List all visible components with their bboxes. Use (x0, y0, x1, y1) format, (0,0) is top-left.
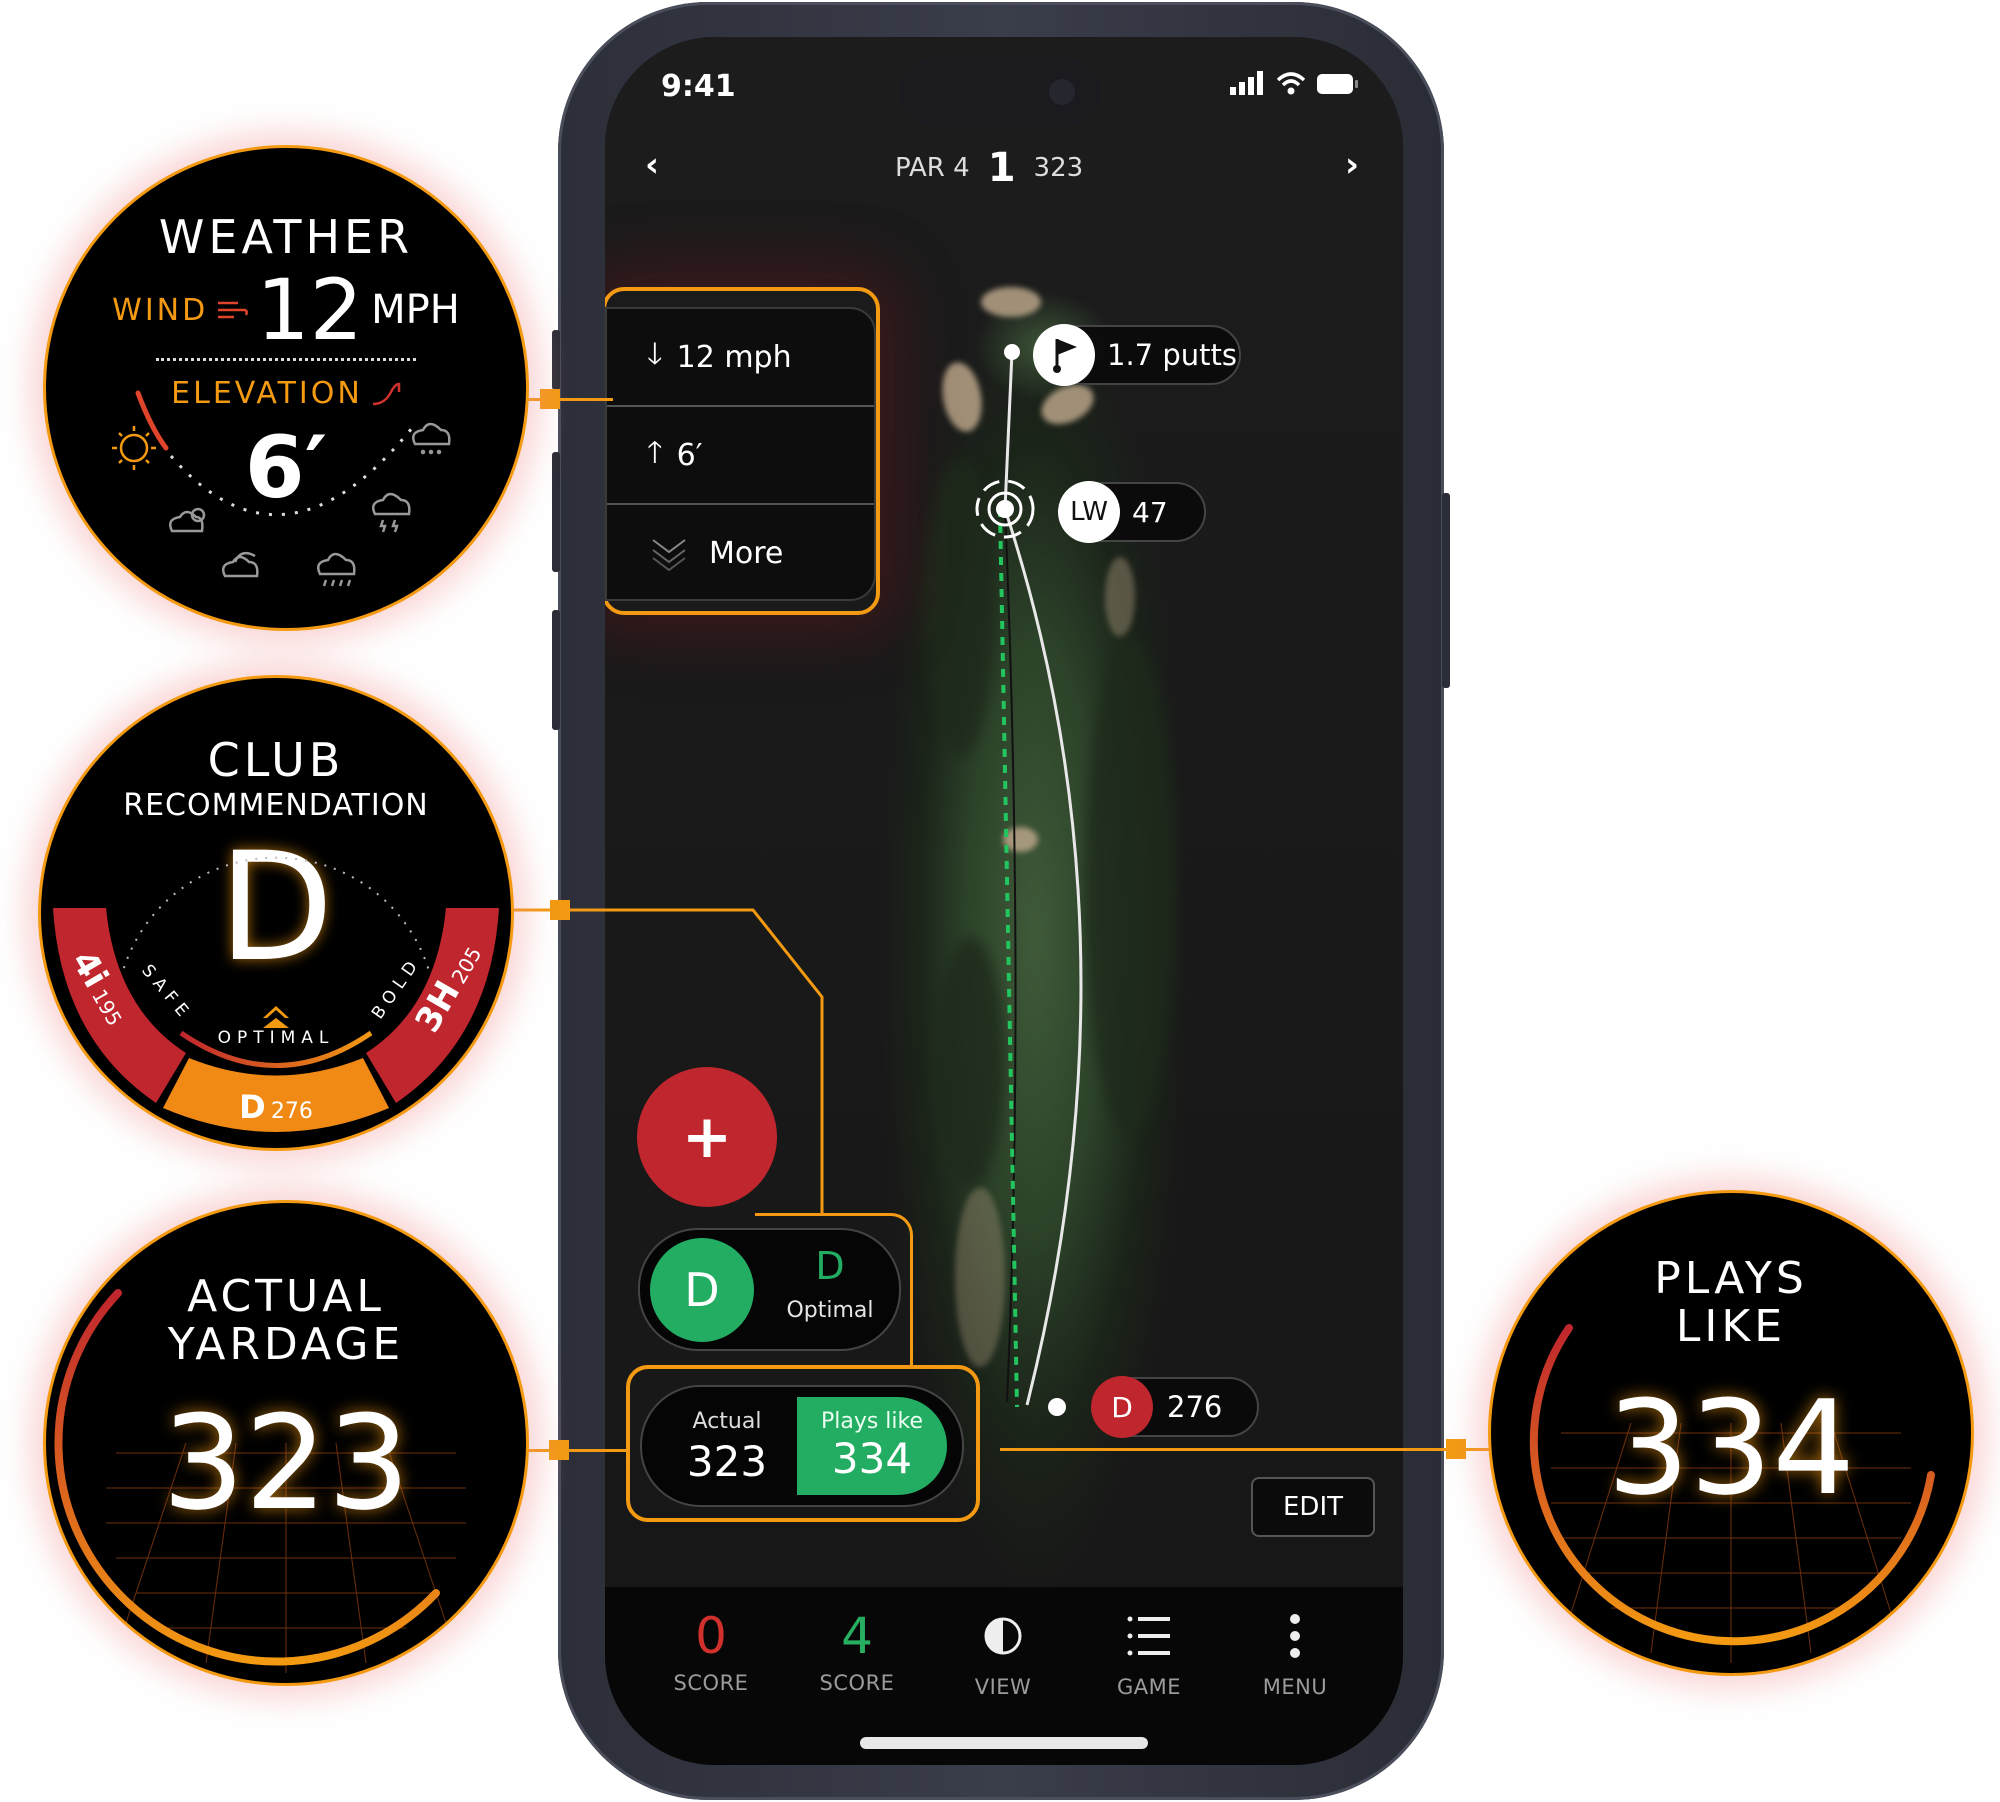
actual-connector (515, 1449, 630, 1452)
plays-like-yardage-value: 334 (1606, 1372, 1856, 1524)
plays-like-title-2: LIKE (1675, 1301, 1787, 1352)
club-connector-node (550, 900, 570, 920)
plays-like-connector-node (1446, 1439, 1466, 1459)
plays-like-callout: PLAYS LIKE 334 (1488, 1190, 1974, 1676)
actual-yardage-value: 323 (161, 1387, 411, 1539)
plays-like-connector (1000, 1448, 1492, 1451)
optimal-chevron-icon (263, 1006, 289, 1028)
optimal-distance: 276 (270, 1099, 313, 1124)
club-callout: CLUB RECOMMENDATION D SAFE BOLD OPTIMAL … (38, 675, 514, 1151)
club-dial (53, 856, 499, 1132)
plays-like-title-1: PLAYS (1654, 1253, 1808, 1304)
weather-callout: WEATHER WIND 12 MPH ELEVATION 6′ (43, 145, 529, 631)
rain-icon (317, 552, 356, 587)
actual-title-1: ACTUAL (187, 1271, 385, 1322)
thunderstorm-icon (372, 492, 411, 533)
actual-connector-node (549, 1440, 569, 1460)
partly-cloudy-icon (169, 507, 206, 533)
optimal-club: D (239, 1088, 266, 1126)
actual-title-2: YARDAGE (167, 1319, 405, 1370)
optimal-option: D 276 (41, 1088, 511, 1126)
snow-icon (412, 422, 451, 455)
actual-yardage-callout: ACTUAL YARDAGE 323 (43, 1200, 529, 1686)
conditions-dial (112, 390, 451, 587)
cloudy-icon (222, 551, 259, 578)
sunny-icon (112, 426, 156, 470)
